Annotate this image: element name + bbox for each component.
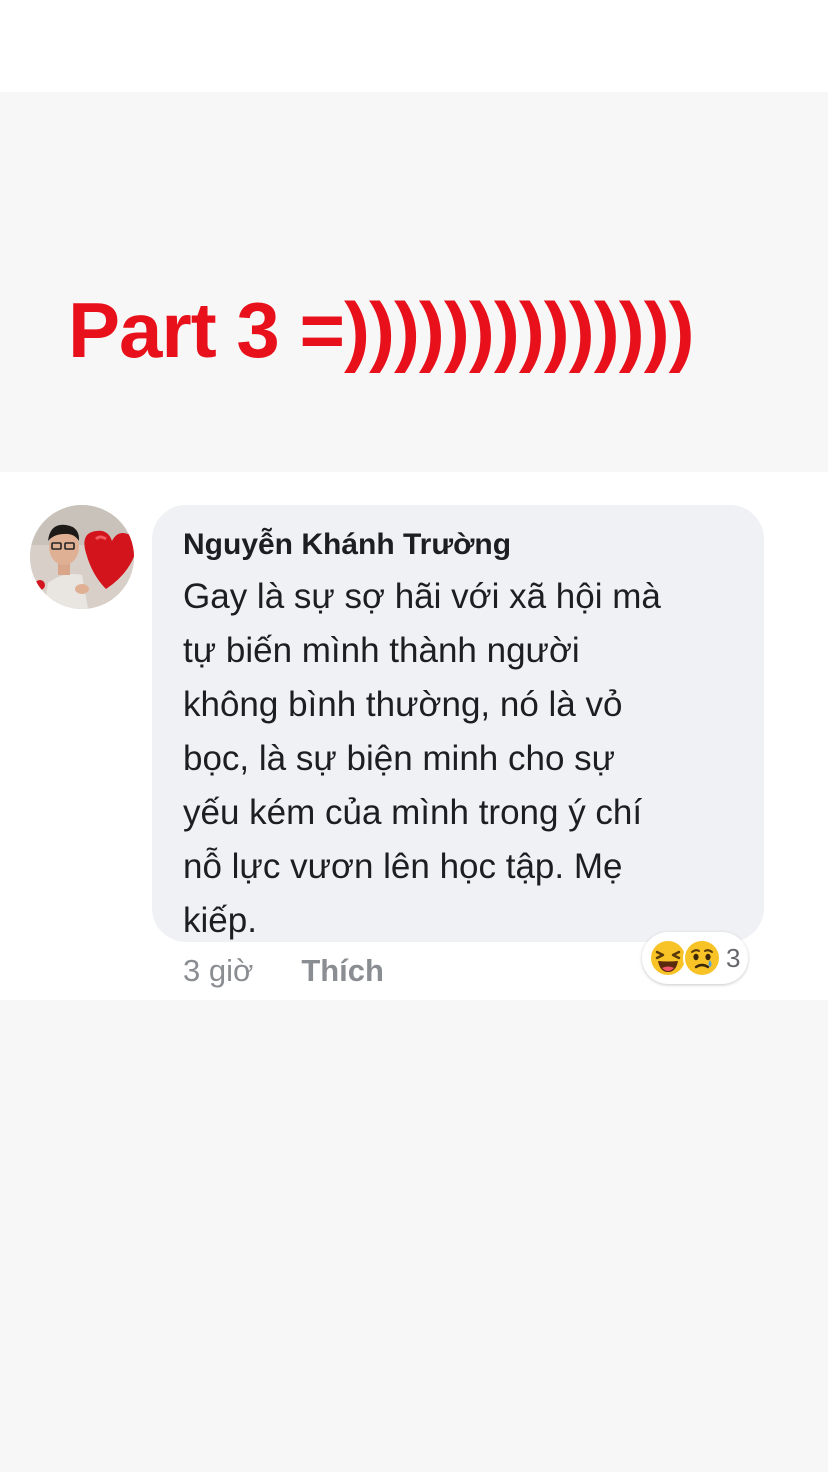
- comment-body-line: bọc, là sự biện minh cho sự: [183, 739, 616, 778]
- comment-body-line: yếu kém của mình trong ý chí: [183, 793, 643, 832]
- comment-body: Gay là sự sợ hãi với xã hội mà tự biến m…: [183, 570, 753, 948]
- top-blank-area: [0, 0, 828, 92]
- comment-actions: 3 giờ Thích: [183, 950, 384, 992]
- like-button[interactable]: Thích: [301, 953, 384, 989]
- reaction-count: 3: [726, 942, 741, 973]
- sad-reaction-icon: [683, 939, 721, 977]
- comment-body-line: không bình thường, nó là vỏ: [183, 685, 623, 724]
- caption-area: [0, 92, 828, 472]
- comment-body-line: tự biến mình thành người: [183, 631, 580, 670]
- comment-body-line: nỗ lực vươn lên học tập. Mẹ: [183, 847, 623, 886]
- comment-author-name[interactable]: Nguyễn Khánh Trường: [183, 524, 511, 566]
- avatar-photo: [30, 505, 134, 609]
- comment-timestamp[interactable]: 3 giờ: [183, 953, 253, 989]
- reactions-summary[interactable]: 3: [642, 932, 749, 984]
- comment-body-line: Gay là sự sợ hãi với xã hội mà: [183, 577, 661, 616]
- story-caption: Part 3 =)))))))))))))): [68, 286, 695, 374]
- avatar[interactable]: [30, 505, 134, 609]
